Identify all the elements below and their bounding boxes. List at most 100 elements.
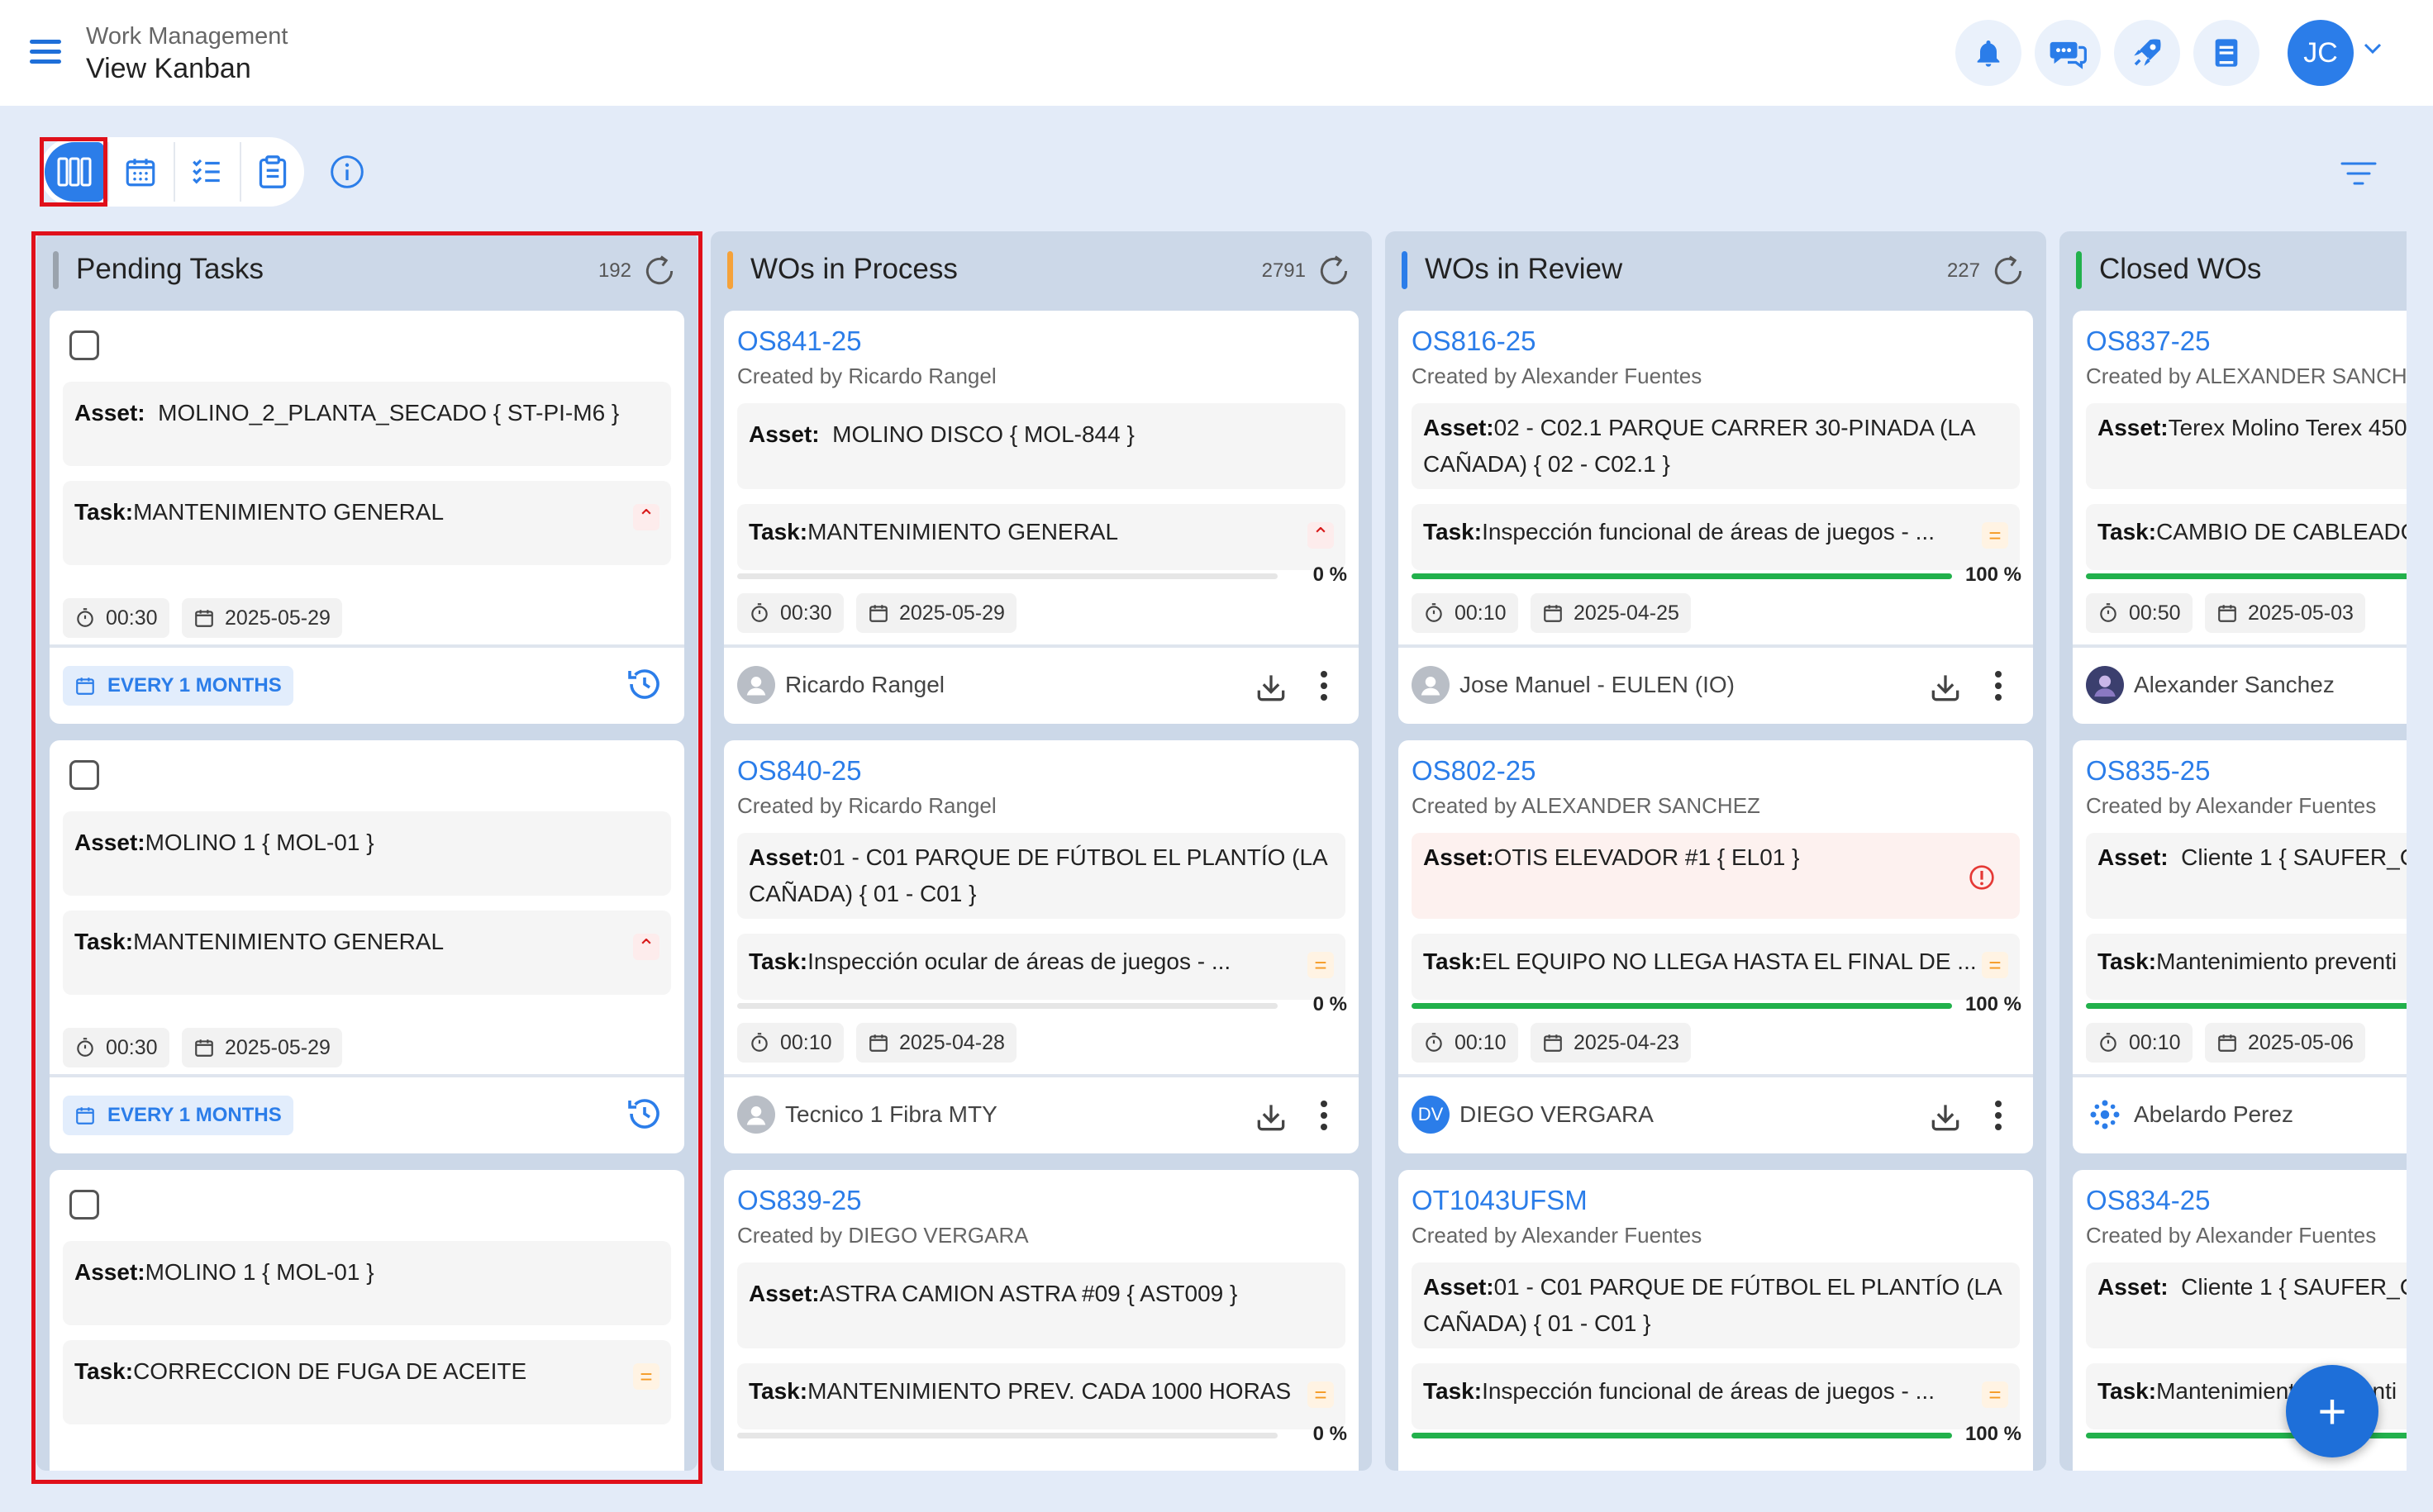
work-order-id[interactable]: OS841-25 xyxy=(737,326,861,357)
asset-value: OTIS ELEVADOR #1 { EL01 } xyxy=(1493,844,1800,870)
card-footer: EVERY 1 MONTHS xyxy=(50,644,684,724)
user-photo-icon xyxy=(2086,1096,2124,1134)
more-options-icon[interactable] xyxy=(1319,669,1329,706)
calendar-view-icon[interactable] xyxy=(111,142,170,202)
stopwatch-icon xyxy=(77,1038,93,1057)
work-order-card[interactable]: OS841-25 Created by Ricardo Rangel Asset… xyxy=(724,311,1359,724)
asset-box: Asset: Cliente 1 { SAUFER_Cli xyxy=(2086,833,2407,919)
checklist-view-icon[interactable] xyxy=(177,142,236,202)
refresh-icon[interactable] xyxy=(1990,253,2026,293)
refresh-icon[interactable] xyxy=(641,253,678,293)
progress-bar xyxy=(1412,573,1952,579)
work-order-id[interactable]: OT1043UFSM xyxy=(1412,1185,1588,1216)
add-work-order-button[interactable]: + xyxy=(2286,1365,2378,1457)
calendar-icon xyxy=(2218,1034,2236,1052)
work-order-id[interactable]: OS840-25 xyxy=(737,755,861,787)
task-value: Inspección funcional de áreas de juegos … xyxy=(1482,1378,1935,1404)
duration-chip: 00:10 xyxy=(1412,593,1518,633)
task-card[interactable]: Asset: MOLINO_2_PLANTA_SECADO { ST-PI-M6… xyxy=(50,311,684,724)
menu-icon[interactable] xyxy=(30,40,63,68)
asset-box: Asset:02 - C02.1 PARQUE CARRER 30-PINADA… xyxy=(1412,403,2020,489)
calendar-icon xyxy=(869,605,888,622)
task-box: Task:EL EQUIPO NO LLEGA HASTA EL FINAL D… xyxy=(1412,934,2020,1000)
work-order-card[interactable]: OS816-25 Created by Alexander Fuentes As… xyxy=(1398,311,2033,724)
rocket-icon[interactable] xyxy=(2114,20,2180,86)
user-photo-icon xyxy=(2086,666,2124,704)
column-count: 227 xyxy=(1946,259,1980,282)
work-order-id[interactable]: OS802-25 xyxy=(1412,755,1536,787)
task-card[interactable]: Asset:MOLINO 1 { MOL-01 } Task:MANTENIMI… xyxy=(50,740,684,1153)
page-title: View Kanban xyxy=(86,53,251,84)
more-options-icon[interactable] xyxy=(1993,669,2003,706)
asset-box: Asset:01 - C01 PARQUE DE FÚTBOL EL PLANT… xyxy=(1412,1262,2020,1348)
info-icon[interactable] xyxy=(329,154,365,194)
work-order-id[interactable]: OS835-25 xyxy=(2086,755,2210,787)
stopwatch-icon xyxy=(751,1033,768,1052)
card-footer: Ricardo Rangel xyxy=(724,644,1359,724)
work-order-card[interactable]: OS802-25 Created by ALEXANDER SANCHEZ As… xyxy=(1398,740,2033,1153)
work-order-card[interactable]: OS840-25 Created by Ricardo Rangel Asset… xyxy=(724,740,1359,1153)
download-icon[interactable] xyxy=(1253,669,1289,710)
task-value: MANTENIMIENTO GENERAL xyxy=(807,519,1119,544)
asset-box: Asset:Terex Molino Terex 450 xyxy=(2086,403,2407,489)
stopwatch-icon xyxy=(2100,603,2116,622)
stopwatch-icon xyxy=(1426,603,1442,622)
work-order-creator: Created by Alexander Fuentes xyxy=(1412,1223,1702,1248)
task-checkbox[interactable] xyxy=(69,330,99,360)
clipboard-view-icon[interactable] xyxy=(243,142,302,202)
task-box: Task:MANTENIMIENTO GENERAL ⌃ xyxy=(737,504,1345,570)
download-icon[interactable] xyxy=(1927,1099,1964,1139)
history-icon[interactable] xyxy=(625,1094,664,1138)
priority-medium-icon: = xyxy=(1982,952,2008,978)
asset-value: MOLINO_2_PLANTA_SECADO { ST-PI-M6 } xyxy=(158,400,620,426)
column-count: 192 xyxy=(598,259,631,282)
work-order-card[interactable]: OS837-25 Created by ALEXANDER SANCHEZ As… xyxy=(2073,311,2407,724)
calendar-icon xyxy=(195,1039,213,1057)
priority-medium-icon: = xyxy=(1307,952,1334,978)
work-order-id[interactable]: OS839-25 xyxy=(737,1185,861,1216)
card-footer: EVERY 1 MONTHS xyxy=(50,1074,684,1153)
history-icon[interactable] xyxy=(625,664,664,708)
assignee: Ricardo Rangel xyxy=(737,666,945,704)
task-checkbox[interactable] xyxy=(69,1190,99,1220)
calendar-repeat-icon xyxy=(76,678,94,695)
chat-assistant-icon[interactable] xyxy=(2035,20,2101,86)
recurrence-badge: EVERY 1 MONTHS xyxy=(63,1096,293,1135)
chevron-down-icon[interactable] xyxy=(2364,43,2382,59)
asset-value: ASTRA CAMION ASTRA #09 { AST009 } xyxy=(819,1281,1238,1306)
download-icon[interactable] xyxy=(1253,1099,1289,1139)
filter-icon[interactable] xyxy=(2340,159,2377,193)
download-icon[interactable] xyxy=(1927,669,1964,710)
progress-bar xyxy=(737,1003,1278,1009)
task-value: CORRECCION DE FUGA DE ACEITE xyxy=(133,1358,527,1384)
date-chip: 2025-05-06 xyxy=(2205,1023,2365,1063)
date-chip: 2025-05-03 xyxy=(2205,593,2365,633)
work-order-id[interactable]: OS834-25 xyxy=(2086,1185,2210,1216)
task-card[interactable]: Asset:MOLINO 1 { MOL-01 } Task:CORRECCIO… xyxy=(50,1170,684,1471)
user-avatar[interactable]: JC xyxy=(2288,20,2354,86)
notification-bell-icon[interactable] xyxy=(1955,20,2021,86)
progress-bar xyxy=(737,573,1278,579)
work-order-card[interactable]: OS835-25 Created by Alexander Fuentes As… xyxy=(2073,740,2407,1153)
progress-percent: 0 % xyxy=(1312,563,1347,586)
calendar-repeat-icon xyxy=(76,1107,94,1124)
stopwatch-icon xyxy=(1426,1033,1442,1052)
asset-box: Asset:01 - C01 PARQUE DE FÚTBOL EL PLANT… xyxy=(737,833,1345,919)
work-order-id[interactable]: OS837-25 xyxy=(2086,326,2210,357)
work-order-card[interactable]: OT1043UFSM Created by Alexander Fuentes … xyxy=(1398,1170,2033,1471)
task-checkbox[interactable] xyxy=(69,760,99,790)
work-order-id[interactable]: OS816-25 xyxy=(1412,326,1536,357)
asset-value: MOLINO DISCO { MOL-844 } xyxy=(832,421,1135,447)
refresh-icon[interactable] xyxy=(1316,253,1352,293)
kanban-view-icon[interactable] xyxy=(45,142,104,202)
work-order-card[interactable]: OS839-25 Created by DIEGO VERGARA Asset:… xyxy=(724,1170,1359,1471)
more-options-icon[interactable] xyxy=(1319,1099,1329,1136)
asset-value: MOLINO 1 { MOL-01 } xyxy=(145,830,374,855)
task-value: MANTENIMIENTO GENERAL xyxy=(133,499,445,525)
more-options-icon[interactable] xyxy=(1993,1099,2003,1136)
column-header: Closed WOs xyxy=(2059,231,2407,307)
column-closed-wos: Closed WOs OS837-25 Created by ALEXANDER… xyxy=(2059,231,2407,1471)
card-footer: Jose Manuel - EULEN (IO) xyxy=(1398,644,2033,724)
book-icon[interactable] xyxy=(2193,20,2259,86)
top-bar: Work Management View Kanban JC xyxy=(0,0,2433,106)
